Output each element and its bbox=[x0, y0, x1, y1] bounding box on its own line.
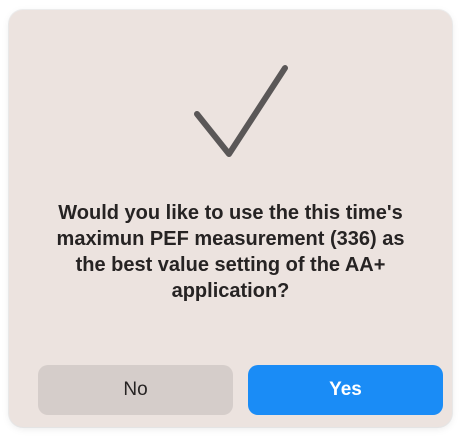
no-button[interactable]: No bbox=[38, 365, 233, 415]
dialog-message: Would you like to use the this time's ma… bbox=[56, 202, 405, 302]
yes-button[interactable]: Yes bbox=[248, 365, 443, 415]
checkmark-icon bbox=[185, 56, 295, 166]
confirmation-dialog: Would you like to use the this time's ma… bbox=[9, 10, 452, 427]
